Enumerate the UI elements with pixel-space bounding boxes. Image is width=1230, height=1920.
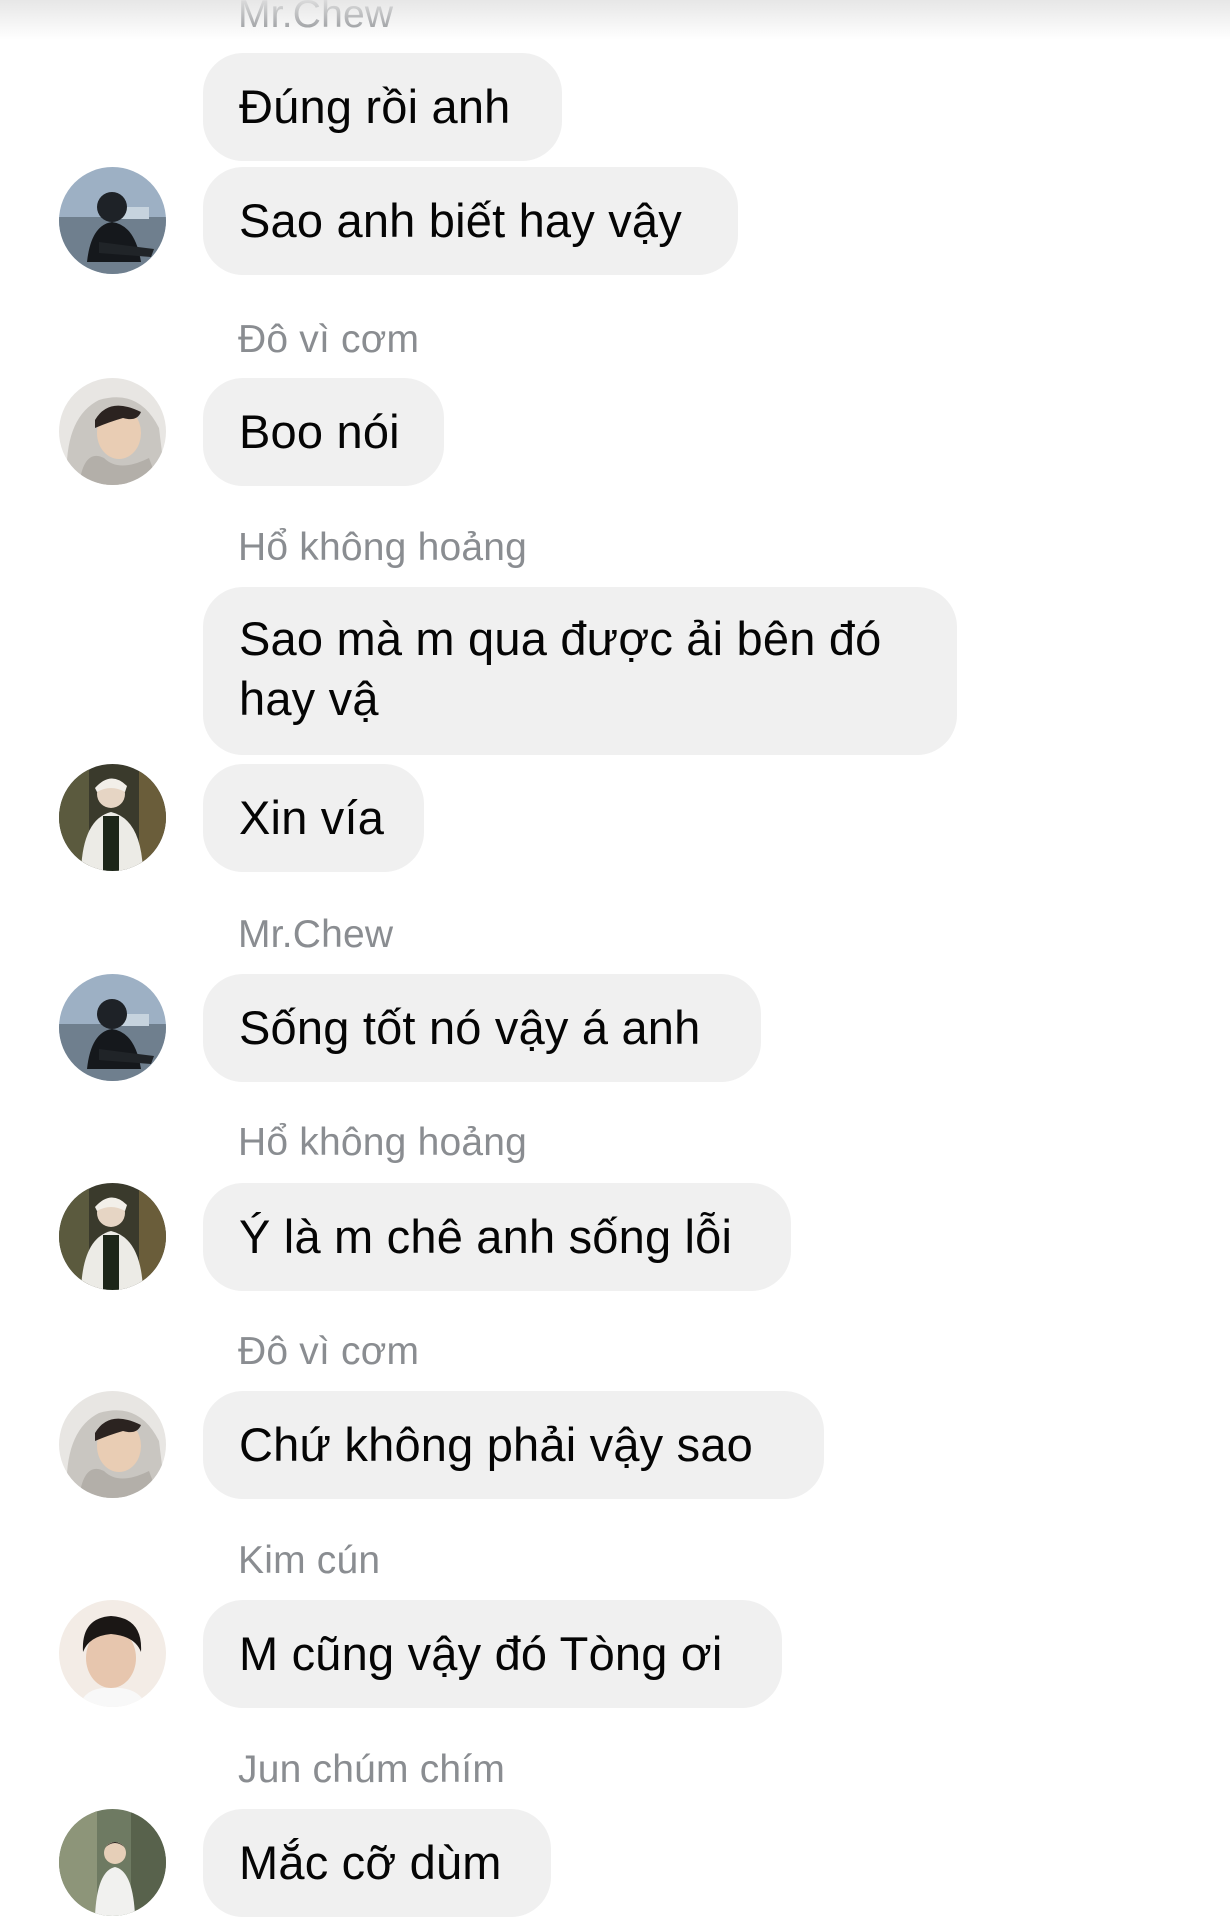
avatar-ho-khong-hoang-icon[interactable] <box>59 1183 166 1290</box>
message-bubble[interactable]: Đúng rồi anh <box>203 53 562 161</box>
sender-name: Đô vì cơm <box>238 318 420 361</box>
message-text: Boo nói <box>239 405 400 458</box>
message-text: Xin vía <box>239 791 385 844</box>
message-bubble[interactable]: Ý là m chê anh sống lỗi <box>203 1183 791 1291</box>
avatar-mrchew-icon[interactable] <box>59 974 166 1081</box>
message-bubble[interactable]: Sao anh biết hay vậy <box>203 167 738 275</box>
sender-name: Hổ không hoảng <box>238 526 528 569</box>
avatar-jun-chum-chim-icon[interactable] <box>59 1809 166 1916</box>
message-bubble[interactable]: Sống tốt nó vậy á anh <box>203 974 761 1082</box>
sender-name: Kim cún <box>238 1539 381 1582</box>
message-text: Ý là m chê anh sống lỗi <box>239 1210 733 1263</box>
avatar-kim-cun-icon[interactable] <box>59 1600 166 1707</box>
avatar-do-vi-com-icon[interactable] <box>59 1391 166 1498</box>
message-text: Sống tốt nó vậy á anh <box>239 1001 701 1054</box>
message-bubble[interactable]: Boo nói <box>203 378 444 486</box>
avatar-do-vi-com-icon[interactable] <box>59 378 166 485</box>
message-bubble[interactable]: M cũng vậy đó Tòng ơi <box>203 1600 782 1708</box>
message-text: M cũng vậy đó Tòng ơi <box>239 1627 723 1680</box>
message-text: Mắc cỡ dùm <box>239 1836 502 1889</box>
message-text: Sao anh biết hay vậy <box>239 194 682 247</box>
message-bubble[interactable]: Sao mà m qua được ải bên đó hay vậ <box>203 587 957 755</box>
sender-name: Hổ không hoảng <box>238 1121 528 1164</box>
sender-name: Jun chúm chím <box>238 1748 506 1791</box>
sender-name: Mr.Chew <box>238 913 394 956</box>
message-text: Chứ không phải vậy sao <box>239 1418 754 1471</box>
avatar-mrchew-icon[interactable] <box>59 167 166 274</box>
message-bubble[interactable]: Xin vía <box>203 764 424 872</box>
message-text: Đúng rồi anh <box>239 80 511 133</box>
message-bubble[interactable]: Chứ không phải vậy sao <box>203 1391 824 1499</box>
sender-name: Mr.Chew <box>238 0 394 36</box>
avatar-ho-khong-hoang-icon[interactable] <box>59 764 166 871</box>
chat-thread[interactable]: Mr.Chew Đúng rồi anh Sao anh biết hay vậ… <box>0 0 1230 1920</box>
message-bubble[interactable]: Mắc cỡ dùm <box>203 1809 551 1917</box>
sender-name: Đô vì cơm <box>238 1330 420 1373</box>
message-text: Sao mà m qua được ải bên đó hay vậ <box>239 612 882 725</box>
